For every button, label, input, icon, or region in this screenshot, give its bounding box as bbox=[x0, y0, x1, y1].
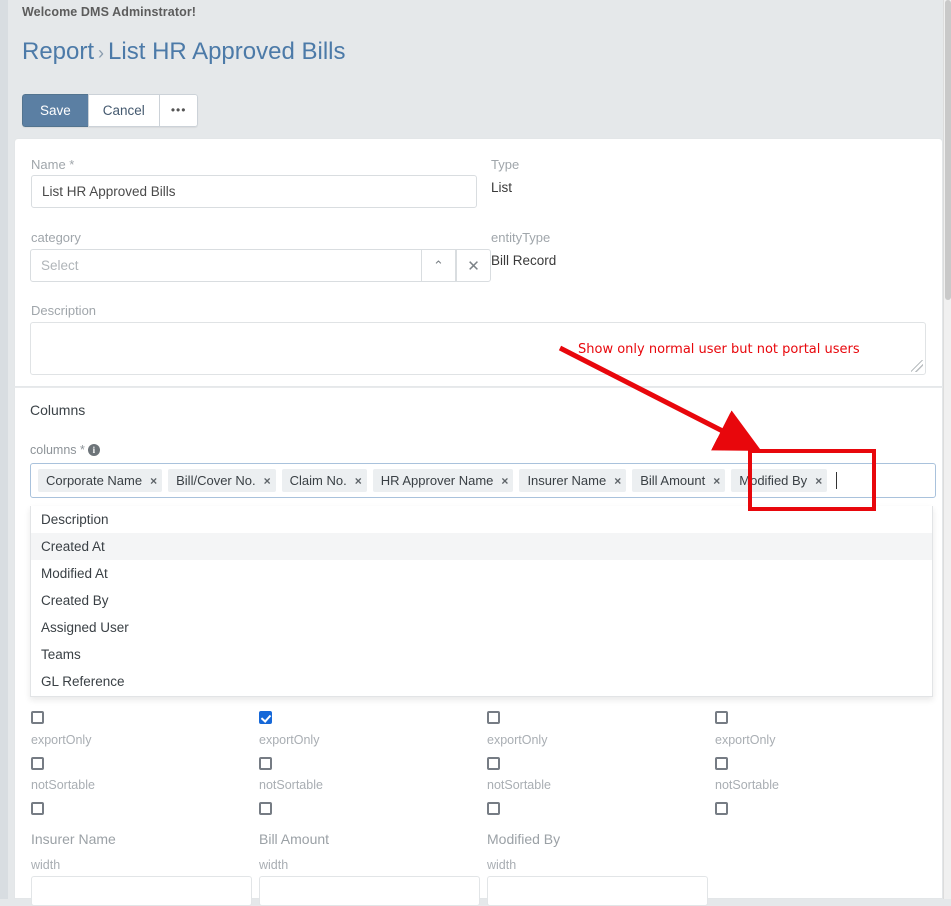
page-header: Welcome DMS Adminstrator! Report›List HR… bbox=[8, 0, 943, 138]
column-name-label: Insurer Name bbox=[31, 831, 116, 847]
category-select-placeholder[interactable]: Select bbox=[30, 249, 476, 282]
not-sortable-checkbox[interactable] bbox=[259, 757, 272, 770]
column-chip[interactable]: Bill Amount × bbox=[632, 469, 725, 492]
width-input[interactable] bbox=[487, 876, 708, 906]
columns-dropdown[interactable]: DescriptionCreated AtModified AtCreated … bbox=[30, 506, 933, 697]
not-sortable-label: notSortable bbox=[487, 778, 551, 792]
chip-remove-icon[interactable]: × bbox=[264, 474, 271, 488]
dropdown-option[interactable]: Assigned User bbox=[31, 614, 932, 641]
dropdown-option[interactable]: Modified At bbox=[31, 560, 932, 587]
not-sortable-checkbox[interactable] bbox=[487, 757, 500, 770]
columns-field-label-text: columns * bbox=[30, 443, 85, 457]
page-scrollbar-thumb[interactable] bbox=[945, 0, 951, 300]
export-only-label: exportOnly bbox=[259, 733, 319, 747]
entity-type-label: entityType bbox=[491, 230, 550, 245]
column-name-label: Bill Amount bbox=[259, 831, 329, 847]
column-chip[interactable]: Insurer Name × bbox=[519, 469, 626, 492]
extra-option-checkbox[interactable] bbox=[487, 802, 500, 815]
column-chip-label: Corporate Name bbox=[46, 473, 142, 488]
resize-grip-icon[interactable] bbox=[911, 360, 923, 372]
width-label: width bbox=[259, 858, 288, 872]
breadcrumb-separator-icon: › bbox=[94, 43, 108, 63]
columns-section-title: Columns bbox=[30, 402, 85, 418]
chip-remove-icon[interactable]: × bbox=[501, 474, 508, 488]
save-button[interactable]: Save bbox=[22, 94, 89, 127]
column-chip-label: Claim No. bbox=[290, 473, 347, 488]
chip-remove-icon[interactable]: × bbox=[355, 474, 362, 488]
info-icon[interactable]: i bbox=[88, 444, 100, 456]
not-sortable-checkbox[interactable] bbox=[31, 757, 44, 770]
dropdown-option[interactable]: Teams bbox=[31, 641, 932, 668]
not-sortable-label: notSortable bbox=[31, 778, 95, 792]
width-label: width bbox=[487, 858, 516, 872]
action-toolbar: Save Cancel ••• bbox=[22, 94, 198, 127]
width-label: width bbox=[31, 858, 60, 872]
dropdown-option[interactable]: GL Reference bbox=[31, 668, 932, 695]
export-only-label: exportOnly bbox=[487, 733, 547, 747]
width-input[interactable] bbox=[31, 876, 252, 906]
chip-remove-icon[interactable]: × bbox=[713, 474, 720, 488]
dropdown-option[interactable]: Created At bbox=[31, 533, 932, 560]
not-sortable-label: notSortable bbox=[715, 778, 779, 792]
breadcrumb: Report›List HR Approved Bills bbox=[22, 38, 345, 66]
column-chip-label: Insurer Name bbox=[527, 473, 606, 488]
chip-remove-icon[interactable]: × bbox=[150, 474, 157, 488]
export-only-checkbox[interactable] bbox=[715, 711, 728, 724]
column-chip[interactable]: HR Approver Name × bbox=[373, 469, 514, 492]
column-name-label: Modified By bbox=[487, 831, 560, 847]
breadcrumb-link-report[interactable]: Report bbox=[22, 38, 94, 65]
left-rail bbox=[0, 0, 8, 899]
description-label: Description bbox=[31, 303, 96, 318]
category-label: category bbox=[31, 230, 81, 245]
type-label: Type bbox=[491, 157, 519, 172]
extra-option-checkbox[interactable] bbox=[31, 802, 44, 815]
chip-remove-icon[interactable]: × bbox=[614, 474, 621, 488]
columns-field-label: columns *i bbox=[30, 443, 100, 457]
category-select[interactable]: Select ⌃ ✕ bbox=[30, 249, 476, 282]
extra-option-checkbox[interactable] bbox=[259, 802, 272, 815]
welcome-message: Welcome DMS Adminstrator! bbox=[22, 5, 196, 19]
annotation-text: Show only normal user but not portal use… bbox=[578, 342, 860, 357]
column-chip[interactable]: Bill/Cover No. × bbox=[168, 469, 275, 492]
more-actions-button[interactable]: ••• bbox=[159, 94, 199, 127]
column-chip[interactable]: Corporate Name × bbox=[38, 469, 162, 492]
export-only-label: exportOnly bbox=[31, 733, 91, 747]
annotation-highlight-box bbox=[748, 449, 876, 511]
entity-type-value: Bill Record bbox=[491, 253, 556, 268]
breadcrumb-current: List HR Approved Bills bbox=[108, 38, 345, 65]
clear-icon[interactable]: ✕ bbox=[456, 249, 491, 282]
export-only-checkbox[interactable] bbox=[487, 711, 500, 724]
export-only-label: exportOnly bbox=[715, 733, 775, 747]
chevron-up-icon[interactable]: ⌃ bbox=[421, 249, 456, 282]
page-scrollbar[interactable] bbox=[943, 0, 951, 899]
not-sortable-label: notSortable bbox=[259, 778, 323, 792]
name-input[interactable] bbox=[31, 175, 477, 208]
cancel-button[interactable]: Cancel bbox=[88, 94, 160, 127]
export-only-checkbox[interactable] bbox=[259, 711, 272, 724]
type-value: List bbox=[491, 180, 512, 195]
width-input[interactable] bbox=[259, 876, 480, 906]
column-chip[interactable]: Claim No. × bbox=[282, 469, 367, 492]
column-chip-label: Bill/Cover No. bbox=[176, 473, 255, 488]
not-sortable-checkbox[interactable] bbox=[715, 757, 728, 770]
dropdown-option[interactable]: Created By bbox=[31, 587, 932, 614]
column-chip-label: HR Approver Name bbox=[381, 473, 494, 488]
column-chip-label: Bill Amount bbox=[640, 473, 705, 488]
extra-option-checkbox[interactable] bbox=[715, 802, 728, 815]
name-label: Name * bbox=[31, 157, 74, 172]
export-only-checkbox[interactable] bbox=[31, 711, 44, 724]
